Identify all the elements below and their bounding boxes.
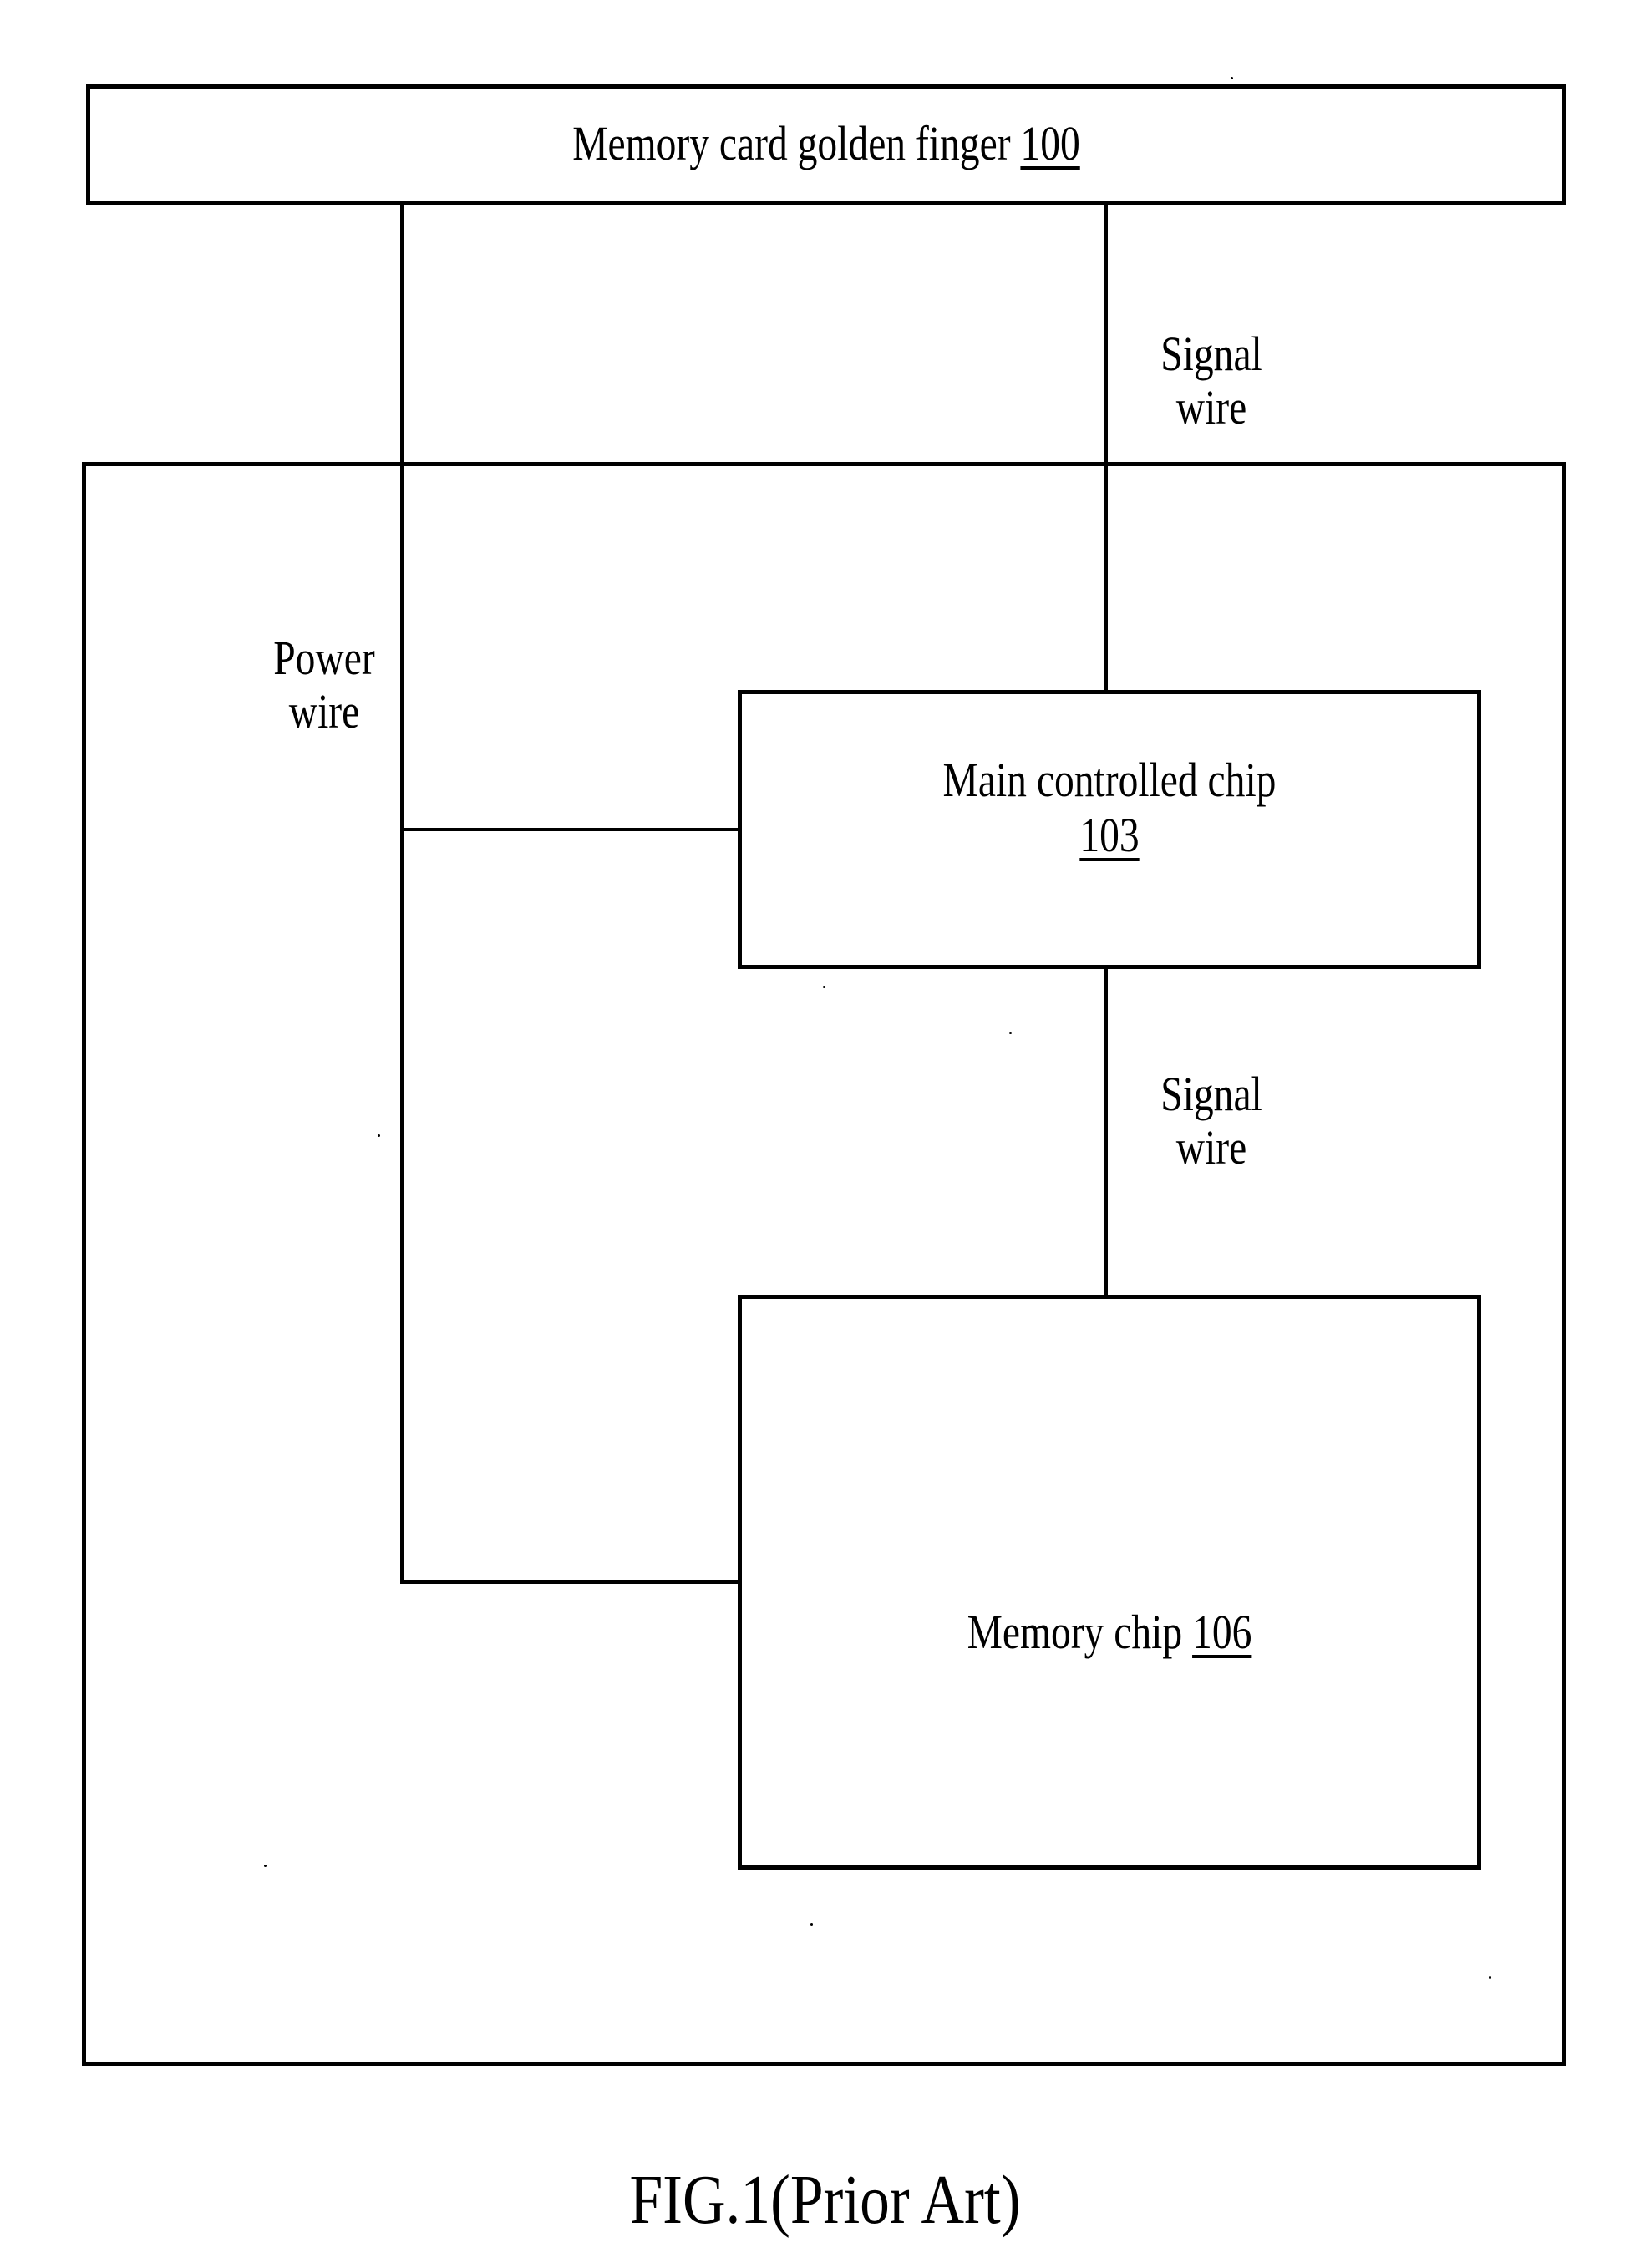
golden-finger-label: Memory card golden finger 100	[219, 119, 1433, 168]
power-wire-trunk	[400, 204, 404, 1584]
memory-chip-text: Memory chip	[967, 1605, 1183, 1659]
scan-speck	[823, 986, 825, 988]
signal-wire-top-label-line1: Signal	[1160, 327, 1262, 381]
power-wire-label: Power wire	[256, 632, 393, 738]
scan-speck	[1489, 1976, 1491, 1979]
power-wire-label-line1: Power	[273, 631, 375, 685]
scan-speck	[1231, 77, 1233, 79]
signal-wire-top-label: Signal wire	[1143, 327, 1280, 434]
signal-wire-bottom-label-line2: wire	[1175, 1120, 1247, 1175]
signal-wire-top	[1104, 204, 1108, 693]
scan-speck	[264, 1865, 267, 1867]
memory-chip-block	[738, 1295, 1481, 1870]
power-wire-branch-memory-chip	[400, 1580, 739, 1584]
signal-wire-bottom-label: Signal wire	[1143, 1068, 1280, 1175]
scan-speck	[378, 1134, 380, 1137]
signal-wire-top-label-line2: wire	[1175, 380, 1247, 434]
scan-speck	[1009, 1032, 1012, 1034]
figure-caption: FIG.1(Prior Art)	[629, 2161, 1021, 2239]
golden-finger-text: Memory card golden finger	[572, 116, 1011, 170]
main-chip-label: Main controlled chip 103	[805, 756, 1414, 860]
scan-speck	[810, 1923, 813, 1926]
memory-chip-label: Memory chip 106	[805, 1608, 1414, 1657]
main-chip-ref: 103	[1079, 808, 1140, 862]
power-wire-label-line2: wire	[288, 684, 360, 738]
power-wire-branch-main-chip	[400, 828, 739, 831]
signal-wire-bottom	[1104, 966, 1108, 1296]
memory-chip-ref: 106	[1192, 1605, 1252, 1659]
golden-finger-ref: 100	[1020, 116, 1080, 170]
main-chip-text: Main controlled chip	[942, 753, 1277, 807]
signal-wire-bottom-label-line1: Signal	[1160, 1067, 1262, 1121]
